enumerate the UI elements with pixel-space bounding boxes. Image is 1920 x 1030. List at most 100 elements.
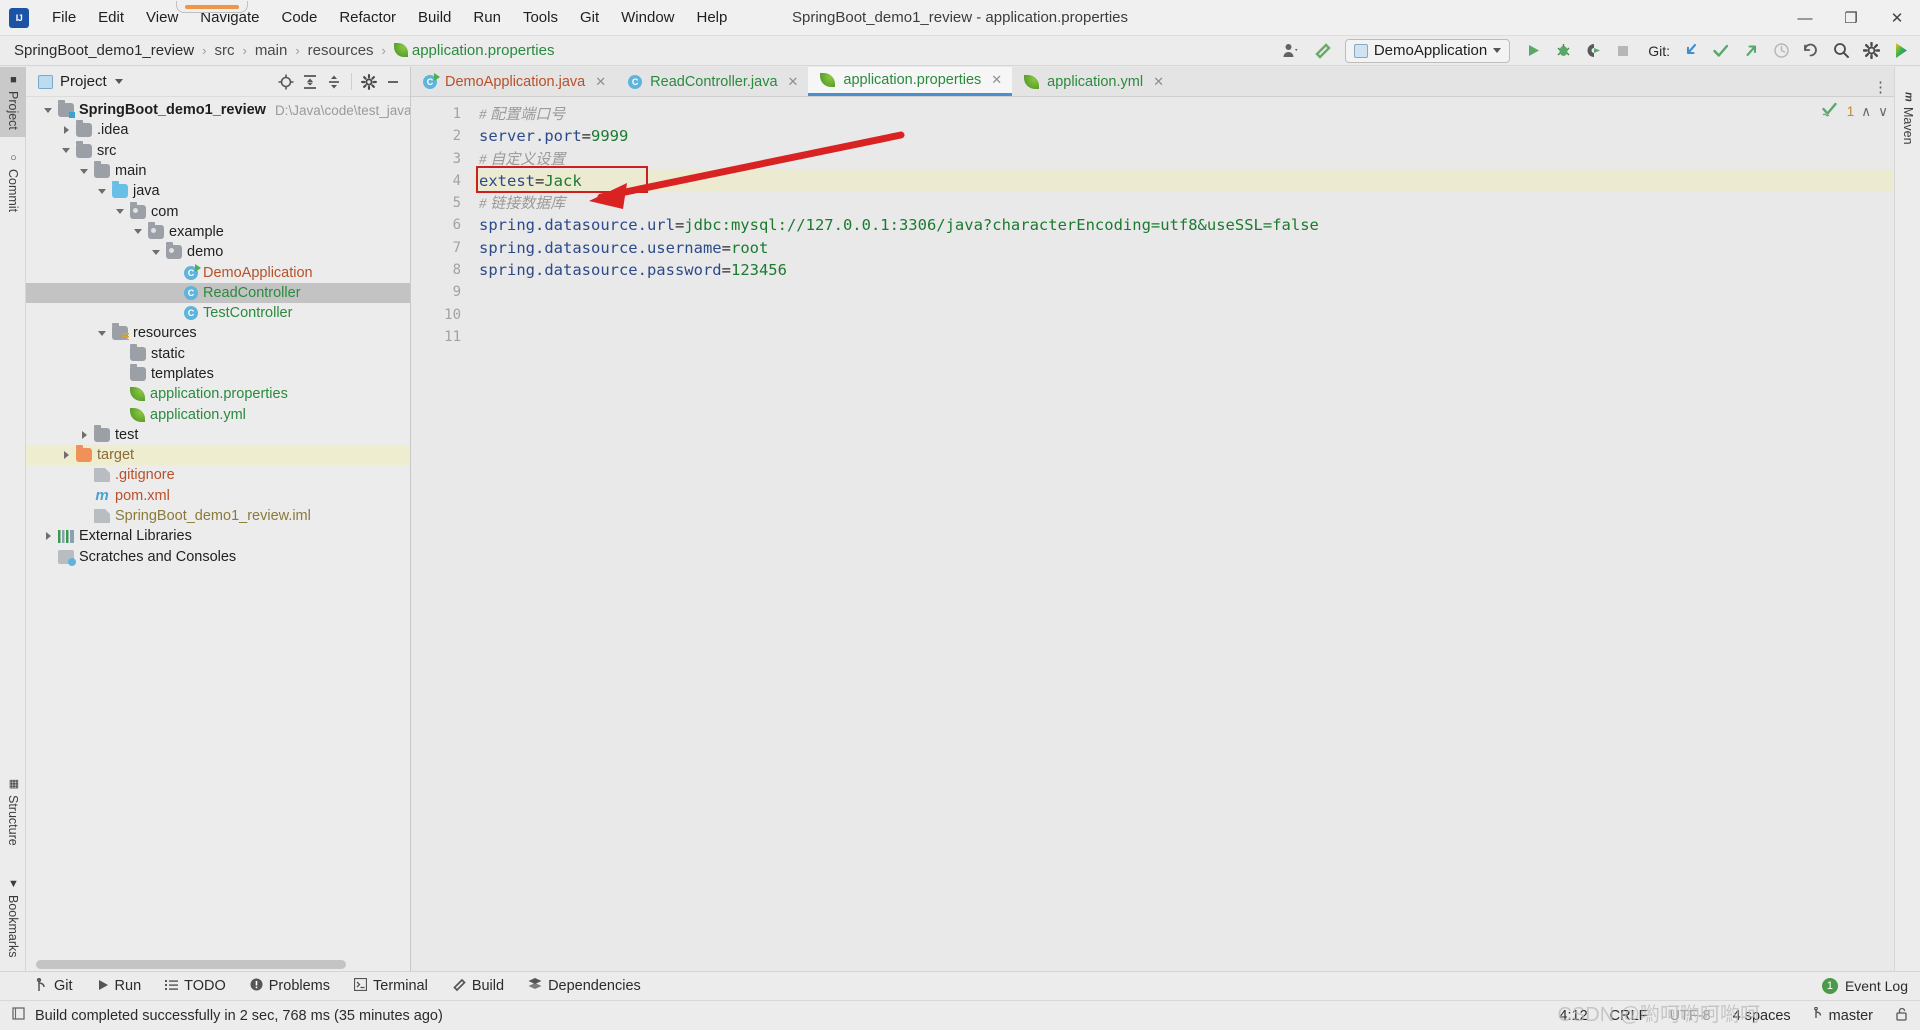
tool-button-todo[interactable]: TODO <box>153 975 238 997</box>
collapse-all-icon[interactable] <box>323 71 345 93</box>
menu-item-file[interactable]: File <box>41 5 87 30</box>
expand-all-icon[interactable] <box>299 71 321 93</box>
close-icon[interactable]: ✕ <box>595 74 606 90</box>
tree-node-springboot-demo1-review-iml[interactable]: SpringBoot_demo1_review.iml <box>26 506 410 526</box>
code-content[interactable]: # 配置端口号 server.port=9999 # 自定义设置 extest=Jac… <box>473 97 1894 971</box>
ide-gradient-icon[interactable] <box>1888 39 1914 63</box>
tree-node-pom-xml[interactable]: m pom.xml <box>26 486 410 506</box>
code-line[interactable]: spring.datasource.password=123456 <box>473 259 1894 281</box>
search-everywhere-icon[interactable] <box>1828 39 1854 63</box>
code-line[interactable] <box>473 326 1894 348</box>
run-with-coverage-button[interactable] <box>1580 39 1606 63</box>
sidebar-item-bookmarks[interactable]: ▼ Bookmarks <box>0 871 26 965</box>
sidebar-item-structure[interactable]: ▦ Structure <box>0 770 26 853</box>
tree-node-example[interactable]: example <box>26 221 410 242</box>
git-history-icon[interactable] <box>1768 39 1794 63</box>
tree-node-test[interactable]: test <box>26 424 410 445</box>
chevron-down-icon[interactable] <box>92 188 112 194</box>
code-line[interactable]: extest=Jack <box>473 169 1894 193</box>
close-icon[interactable]: ✕ <box>1153 74 1164 90</box>
hammer-build-icon[interactable] <box>1309 39 1335 63</box>
editor-tab-application-properties[interactable]: application.properties ✕ <box>808 67 1013 96</box>
inspection-next-button[interactable]: ∨ <box>1878 104 1888 120</box>
tree-node-application-properties[interactable]: application.properties <box>26 384 410 404</box>
inspection-widget[interactable]: 1 ∧ ∨ <box>1822 102 1888 121</box>
breadcrumb-item-main[interactable]: main <box>251 40 292 61</box>
tool-button-run[interactable]: Run <box>85 975 154 997</box>
chevron-down-icon[interactable] <box>92 330 112 336</box>
user-profile-icon[interactable] <box>1279 39 1305 63</box>
git-rollback-icon[interactable] <box>1798 39 1824 63</box>
tree-node-readcontroller[interactable]: ReadController <box>26 282 410 303</box>
git-branch-widget[interactable]: master <box>1813 1006 1873 1024</box>
tree-node--idea[interactable]: .idea <box>26 120 410 140</box>
menu-item-edit[interactable]: Edit <box>87 5 135 30</box>
code-line[interactable]: spring.datasource.url=jdbc:mysql://127.0… <box>473 214 1894 236</box>
stop-button[interactable] <box>1610 39 1636 63</box>
sidebar-item-project[interactable]: ■ Project <box>0 67 26 137</box>
breadcrumb-item-project[interactable]: SpringBoot_demo1_review <box>10 40 198 61</box>
menu-item-refactor[interactable]: Refactor <box>328 5 407 30</box>
chevron-down-icon[interactable] <box>146 249 166 255</box>
editor-tabs-more-options[interactable]: ⋮ <box>1873 78 1894 96</box>
tool-button-build[interactable]: Build <box>440 975 516 998</box>
chevron-down-icon[interactable] <box>74 168 94 174</box>
tree-node-demoapplication[interactable]: DemoApplication <box>26 262 410 282</box>
tree-node-com[interactable]: com <box>26 201 410 221</box>
code-line[interactable]: # 链接数据库 <box>473 192 1894 214</box>
tree-node-target[interactable]: target <box>26 445 410 466</box>
code-line[interactable]: server.port=9999 <box>473 125 1894 147</box>
chevron-right-icon[interactable] <box>56 451 76 460</box>
menu-item-build[interactable]: Build <box>407 5 462 30</box>
chevron-down-icon[interactable] <box>128 229 148 235</box>
locate-file-icon[interactable] <box>275 71 297 93</box>
code-line[interactable] <box>473 281 1894 303</box>
inspection-prev-button[interactable]: ∧ <box>1861 104 1871 120</box>
chevron-down-icon[interactable] <box>110 209 130 215</box>
breadcrumb-item-src[interactable]: src <box>210 40 238 61</box>
tree-node-scratches-and-consoles[interactable]: Scratches and Consoles <box>26 547 410 567</box>
close-icon[interactable]: ✕ <box>991 72 1002 88</box>
code-line[interactable] <box>473 304 1894 326</box>
breadcrumb-item-file[interactable]: application.properties <box>390 40 559 61</box>
tree-node-testcontroller[interactable]: TestController <box>26 303 410 323</box>
git-push-icon[interactable] <box>1738 39 1764 63</box>
chevron-down-icon[interactable] <box>114 79 123 84</box>
event-log-area[interactable]: 1 Event Log <box>1821 978 1920 994</box>
code-editor[interactable]: 1 2 3 4 5 6 7 8 9 10 11 # 配置端口号 server.port=9999 # 自… <box>411 97 1894 971</box>
close-button[interactable]: ✕ <box>1874 0 1920 36</box>
menu-item-run[interactable]: Run <box>462 5 512 30</box>
maximize-button[interactable]: ❐ <box>1828 0 1874 36</box>
menu-item-code[interactable]: Code <box>270 5 328 30</box>
breadcrumb-item-resources[interactable]: resources <box>304 40 378 61</box>
close-icon[interactable]: ✕ <box>788 74 799 90</box>
editor-tab-demoapplication-java[interactable]: DemoApplication.java ✕ <box>411 67 616 96</box>
unlocked-icon[interactable] <box>1895 1007 1908 1025</box>
git-update-project-icon[interactable] <box>1678 39 1704 63</box>
code-line[interactable]: spring.datasource.username=root <box>473 237 1894 259</box>
tree-node-static[interactable]: static <box>26 343 410 364</box>
git-commit-icon[interactable] <box>1708 39 1734 63</box>
menu-item-help[interactable]: Help <box>686 5 739 30</box>
settings-gear-icon[interactable] <box>1858 39 1884 63</box>
debug-button[interactable] <box>1550 39 1576 63</box>
sidebar-item-maven[interactable]: m Maven <box>1895 85 1920 151</box>
tree-node--gitignore[interactable]: .gitignore <box>26 465 410 485</box>
tree-node-resources[interactable]: resources <box>26 323 410 343</box>
editor-tab-application-yml[interactable]: application.yml ✕ <box>1012 67 1174 96</box>
chevron-right-icon[interactable] <box>38 532 58 541</box>
chevron-down-icon[interactable] <box>56 148 76 154</box>
window-drag-handle[interactable] <box>176 1 248 13</box>
hide-panel-icon[interactable] <box>382 71 404 93</box>
run-configuration-selector[interactable]: DemoApplication <box>1344 38 1511 63</box>
project-tree-horizontal-scrollbar[interactable] <box>36 960 346 969</box>
code-line[interactable]: # 配置端口号 <box>473 103 1894 125</box>
sidebar-item-commit[interactable]: ○ Commit <box>0 145 26 219</box>
tool-button-terminal[interactable]: Terminal <box>342 975 440 997</box>
tree-node-springboot-demo1-review[interactable]: SpringBoot_demo1_review D:\Java\code\test… <box>26 100 410 120</box>
chevron-right-icon[interactable] <box>56 126 76 135</box>
menu-item-window[interactable]: Window <box>610 5 685 30</box>
editor-tab-readcontroller-java[interactable]: ReadController.java ✕ <box>616 67 808 96</box>
menu-item-tools[interactable]: Tools <box>512 5 569 30</box>
tree-node-main[interactable]: main <box>26 161 410 181</box>
